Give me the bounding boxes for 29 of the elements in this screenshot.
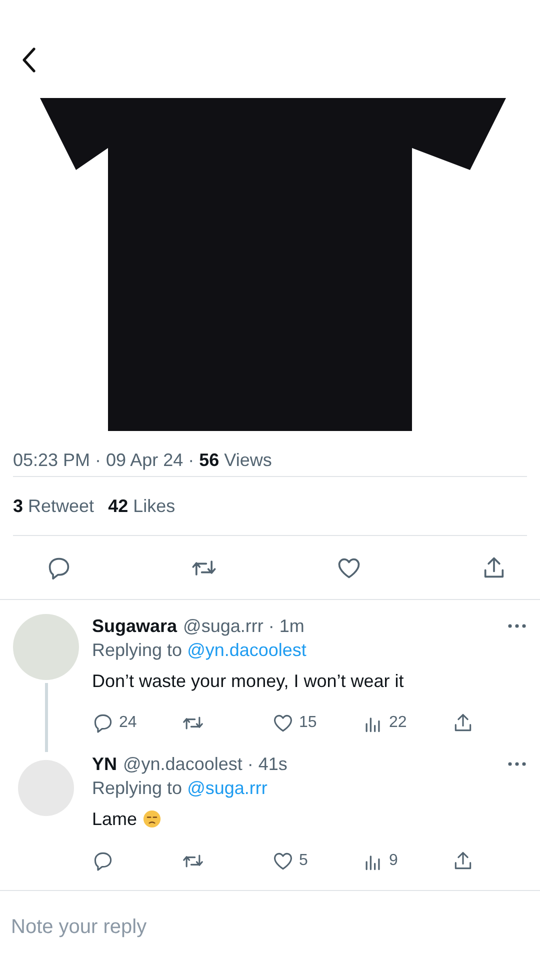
- back-icon[interactable]: [21, 47, 37, 73]
- share-icon: [452, 712, 474, 734]
- speech-bubble-icon: [92, 712, 114, 734]
- user-name[interactable]: YN: [92, 754, 118, 774]
- reply-text: Don’t waste your money, I won’t wear it: [92, 670, 404, 692]
- reply-button[interactable]: 24: [92, 712, 182, 734]
- tweet-timestamp: 05:23 PM · 09 Apr 24 · 56 Views: [13, 449, 273, 472]
- replying-label: Replying to: [92, 778, 182, 798]
- user-handle: @yn.dacoolest · 41s: [123, 754, 288, 774]
- more-icon[interactable]: [508, 762, 526, 766]
- thread-line: [44, 683, 48, 752]
- reply-input-field[interactable]: Note your reply: [0, 891, 540, 943]
- heart-icon: [272, 850, 294, 872]
- user-name[interactable]: Sugawara: [92, 616, 178, 636]
- heart-icon: [272, 712, 294, 734]
- user-handle: @suga.rrr · 1m: [183, 616, 304, 636]
- reply-text: Lame: [92, 808, 138, 830]
- share-icon: [452, 850, 474, 872]
- more-icon[interactable]: [508, 624, 526, 628]
- like-button[interactable]: 15: [272, 712, 362, 734]
- speech-bubble-icon: [92, 850, 114, 872]
- share-button[interactable]: [452, 850, 474, 872]
- replying-label: Replying to: [92, 640, 182, 660]
- views-button[interactable]: 9: [362, 850, 452, 872]
- like-button[interactable]: 5: [272, 850, 362, 872]
- engagement-count[interactable]: 3 Retweet: [13, 496, 94, 516]
- share-button[interactable]: [452, 712, 474, 734]
- views-button[interactable]: 22: [362, 712, 452, 734]
- engagement-count[interactable]: 42 Likes: [108, 496, 176, 516]
